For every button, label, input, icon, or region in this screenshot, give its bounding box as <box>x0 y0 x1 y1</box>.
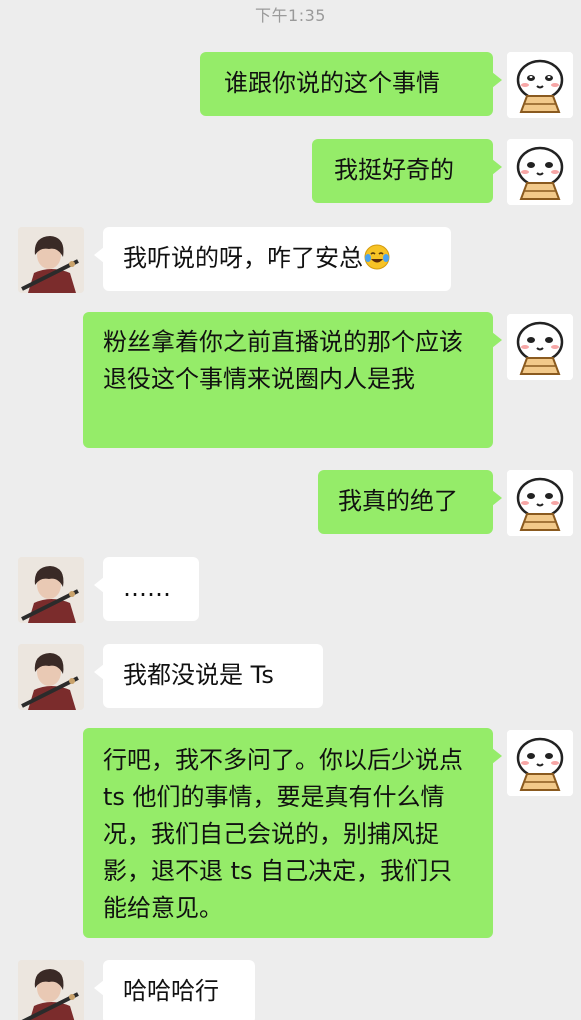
message-text: 我都没说是 Ts <box>123 661 274 689</box>
message-row-outgoing: 谁跟你说的这个事情 <box>0 50 581 120</box>
message-row-outgoing: 我挺好奇的 <box>0 137 581 207</box>
message-text: …… <box>123 574 171 602</box>
illustrated-person-avatar-icon <box>18 960 84 1020</box>
illustrated-person-avatar-icon <box>18 644 84 710</box>
self-avatar[interactable] <box>507 52 573 118</box>
face-with-tears-of-joy-icon <box>363 243 391 271</box>
self-avatar[interactable] <box>507 139 573 205</box>
message-row-incoming: …… <box>0 555 581 625</box>
message-bubble[interactable]: 我真的绝了 <box>318 470 502 534</box>
other-avatar[interactable] <box>18 557 84 623</box>
self-avatar[interactable] <box>507 730 573 796</box>
other-avatar[interactable] <box>18 960 84 1020</box>
message-bubble[interactable]: 我挺好奇的 <box>312 139 502 203</box>
cartoon-face-avatar-icon <box>507 730 573 796</box>
cartoon-face-avatar-icon <box>507 470 573 536</box>
timestamp: 下午1:35 <box>255 6 326 25</box>
message-bubble[interactable]: 行吧，我不多问了。你以后少说点 ts 他们的事情，要是真有什么情况，我们自己会说… <box>83 728 502 938</box>
message-bubble[interactable]: 我都没说是 Ts <box>94 644 323 708</box>
other-avatar[interactable] <box>18 227 84 293</box>
self-avatar[interactable] <box>507 470 573 536</box>
illustrated-person-avatar-icon <box>18 557 84 623</box>
message-bubble[interactable]: 谁跟你说的这个事情 <box>200 52 502 116</box>
message-text: 谁跟你说的这个事情 <box>224 69 440 97</box>
self-avatar[interactable] <box>507 314 573 380</box>
message-text: 粉丝拿着你之前直播说的那个应该退役这个事情来说圈内人是我 <box>103 328 463 393</box>
illustrated-person-avatar-icon <box>18 227 84 293</box>
message-text: 我听说的呀，咋了安总 <box>123 244 363 272</box>
message-row-incoming: 哈哈哈行 <box>0 958 581 1020</box>
message-text: 我挺好奇的 <box>334 156 454 184</box>
chat-window: 下午1:35 谁跟你说的这个事情 我挺好奇的 我听说的呀，咋了安总 粉丝拿着你之… <box>0 0 581 1020</box>
message-bubble[interactable]: 我听说的呀，咋了安总 <box>94 227 451 291</box>
message-text: 我真的绝了 <box>338 487 458 515</box>
other-avatar[interactable] <box>18 644 84 710</box>
message-row-outgoing: 粉丝拿着你之前直播说的那个应该退役这个事情来说圈内人是我 <box>0 312 581 452</box>
message-bubble[interactable]: …… <box>94 557 199 621</box>
message-row-incoming: 我都没说是 Ts <box>0 642 581 712</box>
message-bubble[interactable]: 粉丝拿着你之前直播说的那个应该退役这个事情来说圈内人是我 <box>83 312 502 448</box>
cartoon-face-avatar-icon <box>507 314 573 380</box>
cartoon-face-avatar-icon <box>507 139 573 205</box>
cartoon-face-avatar-icon <box>507 52 573 118</box>
message-row-outgoing: 我真的绝了 <box>0 468 581 538</box>
message-text: 哈哈哈行 <box>123 977 219 1005</box>
message-row-outgoing: 行吧，我不多问了。你以后少说点 ts 他们的事情，要是真有什么情况，我们自己会说… <box>0 728 581 940</box>
message-row-incoming: 我听说的呀，咋了安总 <box>0 225 581 295</box>
message-bubble[interactable]: 哈哈哈行 <box>94 960 255 1020</box>
message-text: 行吧，我不多问了。你以后少说点 ts 他们的事情，要是真有什么情况，我们自己会说… <box>103 746 463 922</box>
